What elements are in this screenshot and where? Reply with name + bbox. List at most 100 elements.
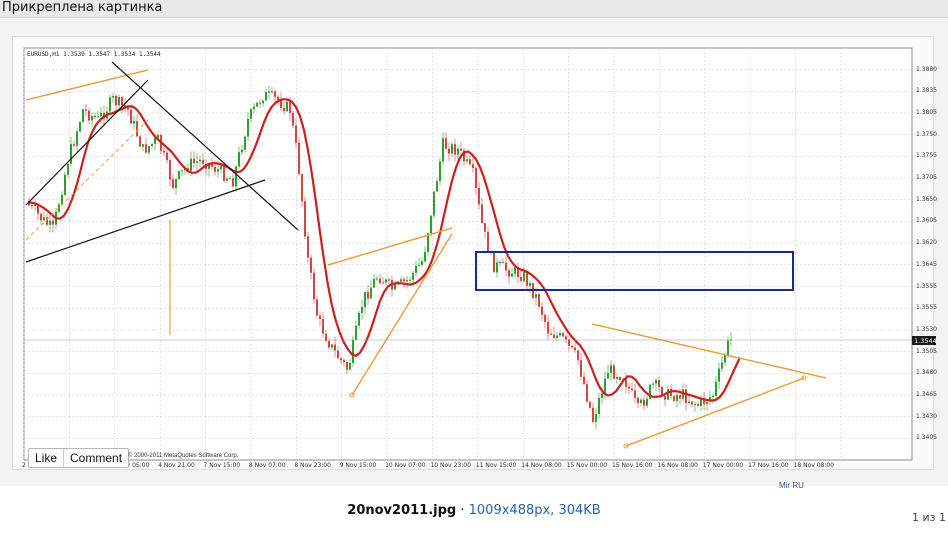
candle-body	[577, 350, 579, 361]
caption-separator: ·	[456, 503, 469, 518]
candle-body	[547, 321, 549, 334]
candle-body	[232, 178, 234, 187]
candle-body	[718, 368, 720, 382]
candle-body	[229, 178, 231, 180]
candle-body	[688, 401, 690, 404]
candle-body	[313, 272, 315, 300]
candle-body	[322, 318, 324, 334]
candle-body	[121, 97, 123, 106]
candle-body	[571, 345, 573, 348]
candle-body	[136, 121, 138, 137]
candle-body	[568, 339, 570, 346]
candle-body	[67, 163, 69, 175]
candle-body	[454, 144, 456, 155]
candle-body	[40, 213, 42, 221]
candle-body	[595, 414, 597, 422]
candle-body	[289, 101, 291, 114]
candle-body	[409, 279, 411, 281]
candle-body	[70, 144, 72, 164]
candle-body	[658, 380, 660, 387]
candle-body	[535, 294, 537, 298]
caption-meta[interactable]: 1009x488px, 304KB	[469, 503, 601, 518]
candle-body	[100, 112, 102, 117]
candle-body	[520, 276, 522, 281]
y-tick-label: 1.3505	[916, 347, 937, 355]
candle-body	[349, 362, 351, 370]
candle-body	[550, 333, 552, 335]
image-actions: Like Comment	[28, 448, 130, 468]
candle-body	[367, 292, 369, 299]
candle-body	[385, 279, 387, 283]
x-tick-label: 10 Nov 23:00	[430, 462, 471, 469]
candle-body	[79, 122, 81, 132]
y-tick-label: 1.3430	[916, 412, 937, 420]
y-tick-label: 1.3480	[916, 369, 937, 377]
candle-body	[37, 205, 39, 214]
candle-body	[196, 161, 198, 163]
candle-body	[445, 138, 447, 149]
candle-body	[316, 299, 318, 316]
caption-filename: 20nov2011.jpg	[347, 503, 457, 518]
candle-body	[340, 358, 342, 361]
candle-body	[190, 158, 192, 171]
candle-body	[223, 165, 225, 181]
y-tick-label: 1.3650	[916, 195, 937, 203]
candle-body	[481, 204, 483, 224]
candle-body	[523, 272, 525, 281]
candle-body	[415, 265, 417, 273]
candle-body	[382, 282, 384, 284]
candle-body	[541, 306, 543, 315]
candle-body	[643, 399, 645, 406]
like-button[interactable]: Like	[29, 449, 65, 467]
pager-counter: 1 из 1	[912, 511, 946, 524]
y-tick-label: 1.3805	[916, 109, 937, 117]
current-price-label: 1.3544	[914, 337, 937, 345]
x-tick-label: 8 Nov 07:00	[248, 462, 286, 469]
x-tick-label: 17 Nov 00:00	[702, 462, 744, 469]
candle-body	[601, 393, 603, 398]
candle-body	[214, 166, 216, 172]
candle-body	[169, 160, 171, 180]
candle-body	[298, 142, 300, 175]
candle-body	[328, 341, 330, 348]
candle-body	[88, 110, 90, 121]
candle-body	[460, 148, 462, 151]
candle-body	[112, 96, 114, 98]
y-tick-label: 1.3880	[916, 65, 937, 73]
candle-body	[583, 376, 585, 385]
candle-body	[151, 143, 153, 146]
candle-body	[607, 372, 609, 379]
y-tick-label: 1.3835	[916, 87, 937, 95]
candle-body	[430, 215, 432, 234]
candle-body	[679, 395, 681, 399]
strip-link[interactable]: Mir RU	[779, 481, 804, 490]
candle-body	[727, 340, 729, 356]
candle-body	[538, 294, 540, 307]
candle-body	[466, 159, 468, 162]
candle-body	[472, 164, 474, 169]
candle-body	[286, 101, 288, 112]
candle-body	[172, 179, 174, 189]
candle-body	[652, 383, 654, 385]
candle-body	[307, 236, 309, 258]
x-tick-label: 11 Nov 15:00	[475, 462, 517, 469]
candle-body	[475, 168, 477, 188]
candle-body	[502, 262, 504, 264]
x-tick-label: 15 Nov 16:00	[612, 462, 653, 469]
candle-body	[34, 204, 36, 206]
comment-button[interactable]: Comment	[64, 449, 128, 467]
candle-body	[277, 96, 279, 100]
candle-body	[586, 384, 588, 402]
candle-body	[274, 91, 276, 97]
candle-body	[691, 401, 693, 405]
candle-body	[457, 148, 459, 155]
candle-body	[370, 287, 372, 299]
candle-body	[43, 217, 45, 221]
candle-body	[628, 386, 630, 389]
candle-body	[178, 171, 180, 180]
candle-body	[424, 251, 426, 262]
candle-body	[166, 152, 168, 161]
candle-body	[379, 278, 381, 284]
candle-body	[334, 344, 336, 351]
candle-body	[619, 377, 621, 380]
